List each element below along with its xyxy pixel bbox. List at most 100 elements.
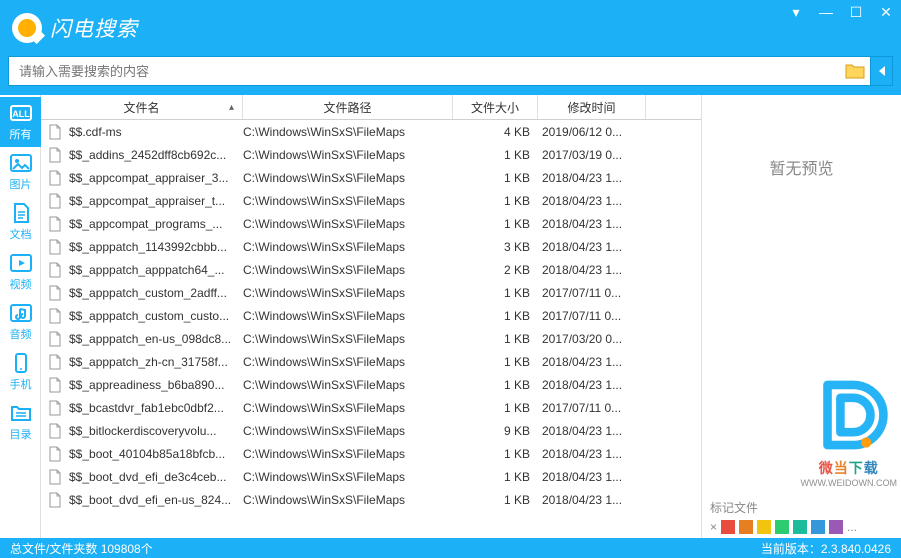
tag-color-swatch[interactable] bbox=[811, 520, 825, 534]
file-path: C:\Windows\WinSxS\FileMaps bbox=[243, 125, 453, 139]
file-row[interactable]: $$.cdf-msC:\Windows\WinSxS\FileMaps4 KB2… bbox=[41, 120, 701, 143]
file-row[interactable]: $$_boot_dvd_efi_en-us_824...C:\Windows\W… bbox=[41, 488, 701, 511]
file-row[interactable]: $$_apppatch_custom_custo...C:\Windows\Wi… bbox=[41, 304, 701, 327]
file-size: 1 KB bbox=[453, 332, 538, 346]
sidebar-item-video[interactable]: 视频 bbox=[0, 247, 41, 297]
file-row[interactable]: $$_boot_dvd_efi_de3c4ceb...C:\Windows\Wi… bbox=[41, 465, 701, 488]
file-row[interactable]: $$_appreadiness_b6ba890...C:\Windows\Win… bbox=[41, 373, 701, 396]
file-row[interactable]: $$_bitlockerdiscoveryvolu...C:\Windows\W… bbox=[41, 419, 701, 442]
maximize-icon[interactable]: ☐ bbox=[847, 4, 865, 21]
browse-folder-icon[interactable] bbox=[844, 62, 866, 80]
file-time: 2017/03/19 0... bbox=[538, 148, 646, 162]
file-name: $$_appcompat_appraiser_3... bbox=[69, 171, 243, 185]
status-bar: 总文件/文件夹数 109808个 当前版本：2.3.840.0426 bbox=[0, 538, 901, 558]
file-name: $$_boot_40104b85a18bfcb... bbox=[69, 447, 243, 461]
main-area: ALL所有图片文档视频音频手机目录 文件名▴ 文件路径 文件大小 修改时间 $$… bbox=[0, 95, 901, 538]
file-icon bbox=[47, 216, 63, 232]
file-path: C:\Windows\WinSxS\FileMaps bbox=[243, 401, 453, 415]
file-time: 2017/03/20 0... bbox=[538, 332, 646, 346]
file-row[interactable]: $$_apppatch_1143992cbbb...C:\Windows\Win… bbox=[41, 235, 701, 258]
column-headers: 文件名▴ 文件路径 文件大小 修改时间 bbox=[41, 95, 701, 120]
file-icon bbox=[47, 170, 63, 186]
sidebar-item-phone[interactable]: 手机 bbox=[0, 347, 41, 397]
file-time: 2018/04/23 1... bbox=[538, 447, 646, 461]
file-pane: 文件名▴ 文件路径 文件大小 修改时间 $$.cdf-msC:\Windows\… bbox=[41, 95, 701, 538]
status-count: 总文件/文件夹数 109808个 bbox=[10, 540, 153, 557]
tag-color-swatch[interactable] bbox=[829, 520, 843, 534]
file-name: $$_bcastdvr_fab1ebc0dbf2... bbox=[69, 401, 243, 415]
file-time: 2018/04/23 1... bbox=[538, 470, 646, 484]
file-time: 2018/04/23 1... bbox=[538, 217, 646, 231]
file-path: C:\Windows\WinSxS\FileMaps bbox=[243, 148, 453, 162]
file-icon bbox=[47, 469, 63, 485]
tag-more-button[interactable]: ... bbox=[847, 520, 857, 534]
file-size: 1 KB bbox=[453, 493, 538, 507]
file-row[interactable]: $$_appcompat_appraiser_3...C:\Windows\Wi… bbox=[41, 166, 701, 189]
file-row[interactable]: $$_apppatch_zh-cn_31758f...C:\Windows\Wi… bbox=[41, 350, 701, 373]
file-path: C:\Windows\WinSxS\FileMaps bbox=[243, 493, 453, 507]
search-row bbox=[0, 55, 901, 95]
sidebar-item-audio[interactable]: 音频 bbox=[0, 297, 41, 347]
file-icon bbox=[47, 147, 63, 163]
collapse-preview-button[interactable] bbox=[871, 56, 893, 86]
column-header-size[interactable]: 文件大小 bbox=[453, 95, 538, 119]
svg-text:ALL: ALL bbox=[12, 109, 30, 119]
column-header-time[interactable]: 修改时间 bbox=[538, 95, 646, 119]
minimize-icon[interactable]: — bbox=[817, 4, 835, 21]
file-path: C:\Windows\WinSxS\FileMaps bbox=[243, 240, 453, 254]
sidebar-item-all[interactable]: ALL所有 bbox=[0, 97, 41, 147]
tag-color-swatch[interactable] bbox=[739, 520, 753, 534]
sidebar-item-label: 图片 bbox=[10, 176, 32, 192]
all-icon: ALL bbox=[8, 102, 34, 124]
filter-sidebar: ALL所有图片文档视频音频手机目录 bbox=[0, 95, 41, 538]
file-size: 1 KB bbox=[453, 401, 538, 415]
audio-icon bbox=[8, 302, 34, 324]
file-size: 1 KB bbox=[453, 286, 538, 300]
file-size: 1 KB bbox=[453, 217, 538, 231]
sidebar-item-folder-list[interactable]: 目录 bbox=[0, 397, 41, 447]
file-time: 2017/07/11 0... bbox=[538, 401, 646, 415]
file-row[interactable]: $$_bcastdvr_fab1ebc0dbf2...C:\Windows\Wi… bbox=[41, 396, 701, 419]
file-size: 2 KB bbox=[453, 263, 538, 277]
file-size: 1 KB bbox=[453, 378, 538, 392]
sidebar-item-doc[interactable]: 文档 bbox=[0, 197, 41, 247]
file-name: $$_bitlockerdiscoveryvolu... bbox=[69, 424, 243, 438]
file-row[interactable]: $$_apppatch_en-us_098dc8...C:\Windows\Wi… bbox=[41, 327, 701, 350]
file-size: 4 KB bbox=[453, 125, 538, 139]
file-time: 2018/04/23 1... bbox=[538, 240, 646, 254]
file-row[interactable]: $$_appcompat_appraiser_t...C:\Windows\Wi… bbox=[41, 189, 701, 212]
tag-color-swatch[interactable] bbox=[721, 520, 735, 534]
file-icon bbox=[47, 193, 63, 209]
file-path: C:\Windows\WinSxS\FileMaps bbox=[243, 217, 453, 231]
sidebar-item-label: 文档 bbox=[10, 226, 32, 242]
file-size: 3 KB bbox=[453, 240, 538, 254]
file-icon bbox=[47, 124, 63, 140]
file-row[interactable]: $$_appcompat_programs_...C:\Windows\WinS… bbox=[41, 212, 701, 235]
file-name: $$_appreadiness_b6ba890... bbox=[69, 378, 243, 392]
tag-color-swatch[interactable] bbox=[793, 520, 807, 534]
menu-icon[interactable]: ▾ bbox=[787, 4, 805, 21]
file-row[interactable]: $$_apppatch_custom_2adff...C:\Windows\Wi… bbox=[41, 281, 701, 304]
column-header-name[interactable]: 文件名▴ bbox=[41, 95, 243, 119]
file-name: $$_apppatch_apppatch64_... bbox=[69, 263, 243, 277]
file-list[interactable]: $$.cdf-msC:\Windows\WinSxS\FileMaps4 KB2… bbox=[41, 120, 701, 538]
column-header-path[interactable]: 文件路径 bbox=[243, 95, 453, 119]
file-name: $$_boot_dvd_efi_en-us_824... bbox=[69, 493, 243, 507]
file-time: 2018/04/23 1... bbox=[538, 378, 646, 392]
file-icon bbox=[47, 492, 63, 508]
tag-color-swatch[interactable] bbox=[775, 520, 789, 534]
file-icon bbox=[47, 239, 63, 255]
file-row[interactable]: $$_addins_2452dff8cb692c...C:\Windows\Wi… bbox=[41, 143, 701, 166]
file-path: C:\Windows\WinSxS\FileMaps bbox=[243, 447, 453, 461]
sidebar-item-image[interactable]: 图片 bbox=[0, 147, 41, 197]
file-path: C:\Windows\WinSxS\FileMaps bbox=[243, 332, 453, 346]
sidebar-item-label: 视频 bbox=[10, 276, 32, 292]
search-input[interactable] bbox=[13, 57, 844, 85]
close-icon[interactable]: ✕ bbox=[877, 4, 895, 21]
file-row[interactable]: $$_boot_40104b85a18bfcb...C:\Windows\Win… bbox=[41, 442, 701, 465]
file-path: C:\Windows\WinSxS\FileMaps bbox=[243, 378, 453, 392]
file-name: $$_appcompat_programs_... bbox=[69, 217, 243, 231]
file-row[interactable]: $$_apppatch_apppatch64_...C:\Windows\Win… bbox=[41, 258, 701, 281]
tag-color-swatch[interactable] bbox=[757, 520, 771, 534]
tag-clear-button[interactable]: × bbox=[710, 520, 717, 534]
